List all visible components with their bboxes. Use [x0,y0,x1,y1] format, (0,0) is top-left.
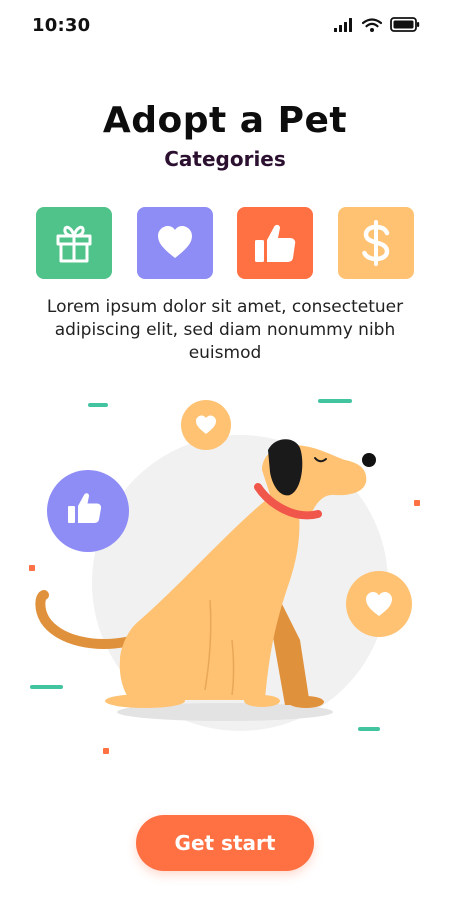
category-gift[interactable] [36,207,112,279]
dog-front-leg [240,600,262,700]
page-subtitle: Categories [164,147,286,171]
thumbs-up-icon [255,224,296,262]
dog-illustration [29,399,420,754]
heart-icon [158,226,192,258]
status-icons [334,17,420,32]
badge-thumbs-up [47,470,129,552]
signal-icon [334,17,352,32]
category-heart[interactable] [137,207,213,279]
dog-nose [362,453,376,467]
battery-icon [390,17,420,32]
badge-heart-top [181,400,231,450]
dog-paw [288,696,324,708]
category-thumbs-up[interactable] [237,207,313,279]
dog-paw [105,694,185,708]
category-dollar[interactable] [338,207,414,279]
wifi-icon [362,17,382,32]
dog-paw [244,695,280,707]
status-bar: 10:30 [0,0,450,54]
gift-icon [56,225,92,263]
dollar-icon [362,220,390,266]
description-text: Lorem ipsum dolor sit amet, consectetuer… [46,297,404,363]
badge-heart-right [346,571,412,637]
page-title: Adopt a Pet [102,100,348,141]
get-start-button[interactable]: Get start [136,815,314,871]
status-time: 10:30 [32,15,91,36]
